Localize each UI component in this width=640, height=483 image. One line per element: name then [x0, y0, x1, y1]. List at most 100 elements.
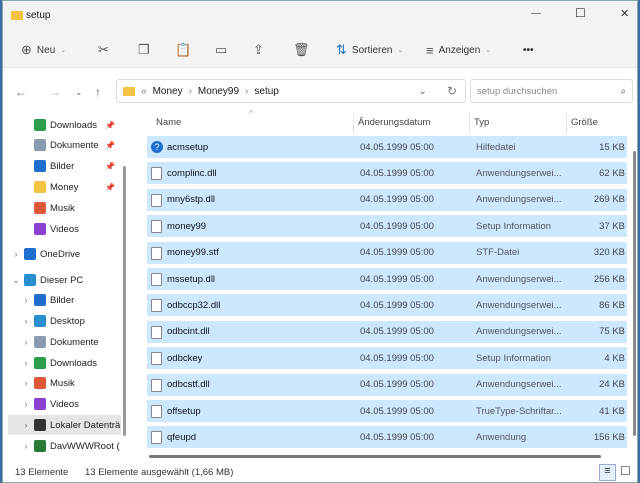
minimize-button[interactable]: —: [531, 8, 541, 19]
sidebar-item[interactable]: › Downloads: [8, 353, 121, 373]
file-size: 320 KB: [593, 247, 625, 259]
column-header-size[interactable]: Größe: [571, 117, 598, 128]
file-row[interactable]: ? acmsetup 04.05.1999 05:00 Hilfedatei 15 KB: [147, 136, 627, 158]
file-size: 256 KB: [593, 273, 625, 285]
details-view-button[interactable]: ≡: [599, 464, 616, 481]
breadcrumb-setup[interactable]: setup: [254, 86, 278, 97]
file-icon: [151, 299, 162, 313]
sidebar-item-label: Videos: [50, 398, 79, 410]
chevron-right-icon[interactable]: ›: [18, 295, 34, 305]
up-arrow-icon[interactable]: ↑: [95, 85, 101, 99]
sidebar-item[interactable]: Dokumente 📌: [8, 135, 121, 155]
more-button[interactable]: •••: [523, 40, 534, 60]
file-date: 04.05.1999 05:00: [360, 247, 434, 259]
new-button[interactable]: ⊕ Neu ⌄: [21, 40, 66, 60]
sidebar-item[interactable]: Videos: [8, 219, 121, 239]
sidebar-item[interactable]: › Desktop: [8, 311, 121, 331]
file-name: money99.stf: [167, 247, 219, 259]
chevron-right-icon[interactable]: ›: [18, 441, 34, 451]
file-type: Anwendungserwei...: [476, 379, 562, 391]
chevron-right-icon[interactable]: ›: [8, 249, 24, 259]
sidebar-item[interactable]: › OneDrive: [8, 244, 121, 264]
recent-chevron-icon[interactable]: ⌄: [75, 87, 83, 98]
file-name: qfeupd: [167, 431, 197, 443]
maximize-button[interactable]: ☐: [575, 6, 586, 20]
file-icon: [151, 325, 162, 339]
file-row[interactable]: odbccp32.dll 04.05.1999 05:00 Anwendungser…: [147, 294, 627, 317]
file-type: Anwendungserwei...: [476, 273, 562, 285]
column-header-type[interactable]: Typ: [474, 117, 489, 128]
share-button[interactable]: ⇪: [253, 40, 264, 60]
chevron-right-icon[interactable]: ›: [18, 420, 34, 430]
cut-button[interactable]: ✂: [98, 40, 109, 60]
search-placeholder: setup durchsuchen: [477, 85, 558, 97]
file-row[interactable]: mny6stp.dll 04.05.1999 05:00 Anwendungserw…: [147, 188, 627, 211]
breadcrumb-overflow[interactable]: «: [141, 86, 147, 97]
rename-button[interactable]: ▭: [215, 40, 227, 60]
sidebar-item[interactable]: › Lokaler Datenträ: [8, 415, 121, 435]
chevron-down-icon[interactable]: ⌄: [419, 86, 427, 97]
file-date: 04.05.1999 05:00: [360, 405, 434, 417]
view-button[interactable]: ≡ Anzeigen ⌄: [426, 40, 491, 60]
horizontal-scrollbar[interactable]: [149, 455, 601, 458]
sidebar-item[interactable]: ⌄ Dieser PC: [8, 270, 121, 290]
breadcrumb-money99[interactable]: Money99: [198, 86, 239, 97]
file-size: 15 KB: [599, 141, 625, 153]
status-bar: 13 Elemente 13 Elemente ausgewählt (1,66…: [3, 463, 637, 482]
chevron-down-icon[interactable]: ⌄: [8, 275, 24, 286]
tiles-view-button[interactable]: ☐: [620, 464, 631, 478]
chevron-right-icon[interactable]: ›: [18, 337, 34, 347]
file-icon: [151, 246, 162, 260]
file-type: Hilfedatei: [476, 141, 516, 153]
sort-label: Sortieren: [351, 44, 393, 56]
pin-icon: 📌: [105, 161, 115, 171]
column-header-name[interactable]: Name: [156, 117, 181, 128]
search-input[interactable]: setup durchsuchen ⌕: [470, 79, 633, 103]
breadcrumb-money[interactable]: Money: [153, 86, 183, 97]
delete-button[interactable]: 🗑: [293, 40, 310, 60]
vertical-scrollbar[interactable]: [633, 151, 636, 436]
folder-icon: [34, 119, 46, 131]
sidebar-item[interactable]: › DavWWWRoot (: [8, 436, 121, 456]
folder-icon: [123, 86, 135, 96]
sidebar-item[interactable]: Money 📌: [8, 177, 121, 197]
chevron-right-icon[interactable]: ›: [18, 378, 34, 388]
column-header-date[interactable]: Änderungsdatum: [358, 117, 430, 128]
file-row[interactable]: money99 04.05.1999 05:00 Setup Information…: [147, 215, 627, 238]
sidebar-item[interactable]: Musik: [8, 198, 121, 218]
sidebar-item[interactable]: › Dokumente: [8, 332, 121, 352]
refresh-icon[interactable]: ↻: [447, 84, 457, 98]
file-row[interactable]: odbckey 04.05.1999 05:00 Setup Information…: [147, 347, 627, 370]
sort-button[interactable]: ⇅ Sortieren ⌄: [336, 40, 403, 60]
chevron-right-icon[interactable]: ›: [18, 358, 34, 368]
copy-button[interactable]: ❐: [138, 40, 150, 60]
file-row[interactable]: mssetup.dll 04.05.1999 05:00 Anwendungserw…: [147, 268, 627, 290]
sidebar-item[interactable]: › Bilder: [8, 290, 121, 310]
back-arrow-icon[interactable]: ←: [15, 85, 27, 99]
sidebar-item[interactable]: › Musik: [8, 373, 121, 393]
file-size: 41 KB: [599, 405, 625, 417]
sidebar-item[interactable]: Downloads 📌: [8, 115, 121, 135]
chevron-right-icon[interactable]: ›: [18, 399, 34, 409]
close-button[interactable]: ✕: [620, 7, 629, 20]
sidebar-item[interactable]: Bilder 📌: [8, 156, 121, 176]
trash-icon: 🗑: [293, 42, 310, 57]
sidebar-item[interactable]: › Videos: [8, 394, 121, 414]
file-row[interactable]: odbcstf.dll 04.05.1999 05:00 Anwendungserw…: [147, 373, 627, 396]
chevron-right-icon[interactable]: ›: [18, 316, 34, 326]
sidebar-scrollbar[interactable]: [123, 166, 126, 436]
file-row[interactable]: offsetup 04.05.1999 05:00 TrueType-Schrift…: [147, 400, 627, 422]
file-size: 269 KB: [593, 194, 625, 206]
forward-arrow-icon[interactable]: →: [49, 85, 61, 99]
file-size: 62 KB: [599, 167, 625, 179]
file-row[interactable]: money99.stf 04.05.1999 05:00 STF-Datei 320 …: [147, 241, 627, 264]
file-type: Anwendungserwei...: [476, 194, 562, 206]
file-row[interactable]: odbcint.dll 04.05.1999 05:00 Anwendungserw…: [147, 320, 627, 343]
address-bar[interactable]: « Money › Money99 › setup ⌄ ↻: [116, 79, 466, 103]
file-date: 04.05.1999 05:00: [360, 431, 434, 443]
file-icon: [151, 273, 162, 286]
file-row[interactable]: complinc.dll 04.05.1999 05:00 Anwendungser…: [147, 162, 627, 185]
paste-button[interactable]: 📋: [175, 40, 191, 60]
file-row[interactable]: qfeupd 04.05.1999 05:00 Anwendung 156 KB: [147, 426, 627, 449]
sidebar-item-label: Musik: [50, 377, 75, 389]
